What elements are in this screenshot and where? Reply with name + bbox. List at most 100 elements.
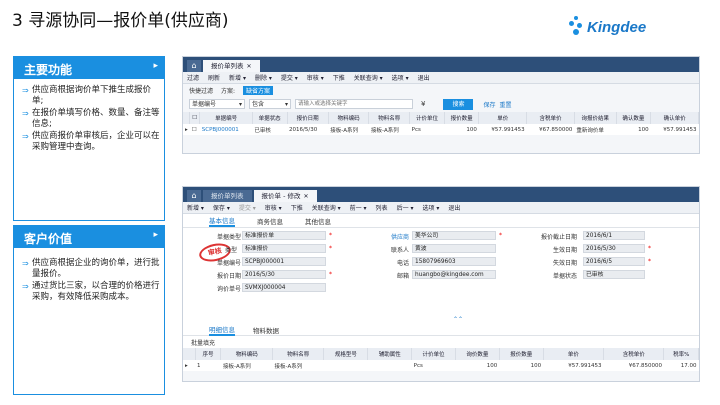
toolbar-push[interactable]: 下推 (333, 73, 345, 82)
reset-link[interactable]: 重置 (499, 100, 511, 109)
table-cell: 已审核 (252, 124, 287, 135)
kingdee-logo: Kingdee (568, 16, 646, 38)
select-all-checkbox[interactable]: ☐ (189, 112, 201, 124)
field-quote-deadline: 报价截止日期 2016/6/1 (541, 231, 645, 241)
tab-quote-list[interactable]: 报价单列表 (203, 190, 252, 202)
toolbar-new[interactable]: 新增 ▾ (187, 203, 204, 212)
inquiry-number-value[interactable]: SVMXJ000004 (242, 283, 326, 292)
column-header[interactable]: 物料编码 (328, 112, 370, 124)
column-header[interactable]: 规格型号 (323, 348, 369, 360)
toolbar-push[interactable]: 下推 (291, 203, 303, 212)
column-header[interactable]: 确认单价 (650, 112, 699, 124)
type-value[interactable]: 标准报价 (242, 244, 326, 253)
column-header[interactable]: 物料编码 (220, 348, 273, 360)
column-header[interactable]: 询价数量 (455, 348, 500, 360)
search-button[interactable]: 搜索 (443, 98, 474, 110)
column-header[interactable]: 报价日期 (287, 112, 329, 124)
phone-value[interactable]: 15807969603 (412, 257, 496, 266)
toolbar-refresh[interactable]: 刷新 (208, 73, 220, 82)
home-icon[interactable]: ⌂ (187, 190, 201, 202)
quote-detail-table: 序号 物料编码 物料名称 规格型号 辅助属性 计价单位 询价数量 报价数量 单价… (183, 348, 699, 371)
quote-deadline-value[interactable]: 2016/6/1 (583, 231, 645, 240)
email-value[interactable]: huangbo@kingdee.com (412, 270, 496, 279)
column-header[interactable]: 报价数量 (499, 348, 544, 360)
toolbar-submit[interactable]: 提交 ▾ (281, 73, 298, 82)
filter-field-select[interactable]: 单据编号 ▾ (189, 99, 245, 109)
default-scheme-tab[interactable]: 缺省方案 (243, 85, 274, 95)
toolbar-related[interactable]: 关联查询 ▾ (354, 73, 383, 82)
column-header[interactable]: 报价数量 (444, 112, 480, 124)
doc-status-value[interactable]: 已审核 (583, 270, 645, 279)
toolbar-filter[interactable]: 过滤 (187, 73, 199, 82)
doc-type-value[interactable]: 标准报价单 (242, 231, 326, 240)
toolbar-delete[interactable]: 删除 ▾ (255, 73, 272, 82)
column-header[interactable]: 询报价结果 (574, 112, 617, 124)
filter-operator-select[interactable]: 包含 ▾ (249, 99, 291, 109)
table-cell[interactable]: 接板-A系列 (220, 360, 273, 371)
row-checkbox[interactable]: ☐ (189, 124, 200, 135)
table-cell[interactable]: 100 (499, 360, 544, 371)
column-header[interactable]: 辅助属性 (367, 348, 413, 360)
expiry-date-value[interactable]: 2016/6/5 (583, 257, 645, 266)
table-cell: ¥57.991453 (650, 124, 699, 135)
column-header[interactable]: 计价单位 (409, 112, 445, 124)
contact-value[interactable]: 黄波 (412, 244, 496, 253)
field-contact: 联系人 黄波 (391, 244, 496, 254)
toolbar-exit[interactable]: 退出 (448, 203, 460, 212)
table-cell[interactable]: 17.00 (663, 360, 699, 371)
close-icon[interactable]: ✕ (247, 63, 252, 70)
search-input[interactable] (295, 99, 413, 109)
doc-number-value[interactable]: SCPBJ000001 (242, 257, 326, 266)
filter-expand-icon[interactable]: ¥ (421, 100, 425, 108)
batch-fill-button[interactable]: 批量填充 (191, 338, 215, 347)
collapse-toggle-icon[interactable]: ⌃⌃ (453, 316, 463, 323)
toolbar-list[interactable]: 列表 (376, 203, 388, 212)
column-header[interactable]: 物料名称 (272, 348, 325, 360)
quote-list-table: ☐ 单据编号 单据状态 报价日期 物料编码 物料名称 计价单位 报价数量 单价 … (183, 112, 699, 135)
quote-date-value[interactable]: 2016/5/30 (242, 270, 326, 279)
home-icon[interactable]: ⌂ (187, 60, 201, 72)
subtab-basic[interactable]: 基本信息 (209, 215, 235, 227)
table-cell[interactable]: ¥57.991453 (543, 360, 604, 371)
detail-tab-info[interactable]: 明细信息 (209, 324, 235, 336)
table-cell: 2016/5/30 (287, 124, 329, 135)
table-cell-link[interactable]: SCPBJ000001 (199, 124, 253, 135)
save-scheme-link[interactable]: 保存 (483, 100, 495, 109)
panel-customer-value: 客户价值 供应商根据企业的询价单，进行批量报价。 通过货比三家，以合理的价格进行… (13, 225, 165, 395)
supplier-value[interactable]: 美华公司 (412, 231, 496, 240)
column-header[interactable]: 序号 (195, 348, 222, 360)
toolbar-next[interactable]: 后一 ▾ (397, 203, 414, 212)
list-item: 在报价单填写价格、数量、备注等信息; (22, 108, 160, 130)
column-header[interactable]: 物料名称 (368, 112, 411, 124)
column-header[interactable]: 单价 (478, 112, 528, 124)
toolbar-prev[interactable]: 前一 ▾ (350, 203, 367, 212)
subtab-business[interactable]: 商务信息 (257, 216, 283, 226)
toolbar-save[interactable]: 保存 ▾ (213, 203, 230, 212)
close-icon[interactable]: ✕ (303, 193, 308, 200)
table-cell[interactable]: ¥67.850000 (603, 360, 664, 371)
column-header[interactable]: 计价单位 (411, 348, 456, 360)
column-header[interactable]: 确认数量 (616, 112, 652, 124)
toolbar-options[interactable]: 选项 ▾ (392, 73, 409, 82)
toolbar-submit[interactable]: 提交 ▾ (239, 203, 256, 212)
table-row[interactable]: ▸ 1 接板-A系列 接板-A系列 Pcs 100 100 ¥57.991453… (183, 360, 699, 371)
column-header[interactable]: 单据状态 (252, 112, 288, 124)
column-header[interactable]: 单据编号 (199, 112, 253, 124)
toolbar-new[interactable]: 新增 ▾ (229, 73, 246, 82)
column-header[interactable]: 含税单价 (526, 112, 575, 124)
toolbar-related[interactable]: 关联查询 ▾ (312, 203, 341, 212)
table-row[interactable]: ▸ ☐ SCPBJ000001 已审核 2016/5/30 接板-A系列 接板-… (183, 124, 699, 135)
toolbar-exit[interactable]: 退出 (418, 73, 430, 82)
toolbar-options[interactable]: 选项 ▾ (422, 203, 439, 212)
column-header[interactable]: 税率% (663, 348, 699, 360)
table-cell: 1 (195, 360, 221, 371)
tab-quote-list[interactable]: 报价单列表 ✕ (203, 60, 260, 72)
detail-tab-material[interactable]: 物料数据 (253, 325, 279, 335)
column-header[interactable]: 含税单价 (603, 348, 665, 360)
toolbar-audit[interactable]: 审核 ▾ (307, 73, 324, 82)
effective-date-value[interactable]: 2016/5/30 (583, 244, 645, 253)
subtab-other[interactable]: 其他信息 (305, 216, 331, 226)
toolbar-audit[interactable]: 审核 ▾ (265, 203, 282, 212)
tab-quote-edit[interactable]: 报价单 - 修改 ✕ (253, 190, 317, 202)
column-header[interactable]: 单价 (543, 348, 605, 360)
